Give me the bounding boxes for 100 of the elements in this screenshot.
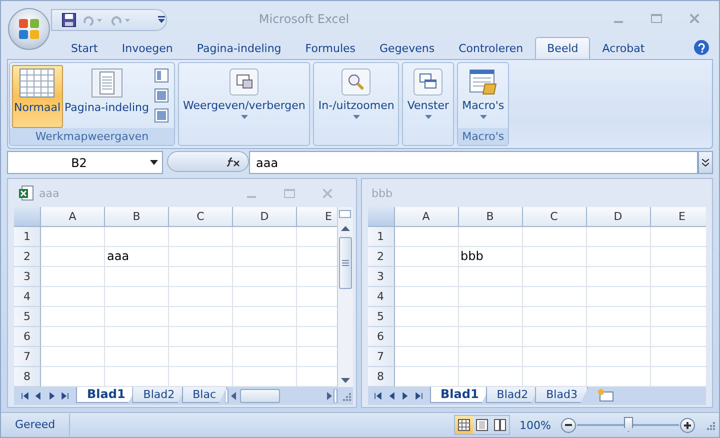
ribbon-tab[interactable]: Acrobat xyxy=(590,37,657,59)
sheet-nav-icon[interactable] xyxy=(374,392,382,400)
row-header[interactable]: 8 xyxy=(368,367,394,387)
zoom-slider-thumb[interactable] xyxy=(624,417,633,432)
formula-field[interactable]: aaa xyxy=(249,151,698,174)
sheet-tab[interactable]: Blad3 xyxy=(535,387,588,403)
row-header[interactable]: 8 xyxy=(14,367,41,387)
normal-view-button[interactable] xyxy=(454,416,473,434)
ribbon-button[interactable]: Venster xyxy=(405,65,452,147)
ribbon-tab[interactable]: Formules xyxy=(293,37,368,59)
ribbon-tab[interactable]: Beeld xyxy=(535,37,590,59)
expand-formula-button[interactable] xyxy=(698,151,713,174)
column-header[interactable]: C xyxy=(169,207,233,227)
ribbon-button[interactable]: In-/uitzoomen xyxy=(316,65,396,147)
ribbon-button[interactable]: Weergeven/verbergen xyxy=(181,65,308,147)
row-header[interactable]: 2 xyxy=(368,247,394,267)
row-header[interactable]: 1 xyxy=(368,227,394,247)
function-icon xyxy=(226,156,242,166)
grip-lines-icon xyxy=(342,260,348,266)
row-header[interactable]: 7 xyxy=(368,347,394,367)
group-label: Macro's xyxy=(458,128,508,145)
row-header[interactable]: 7 xyxy=(14,347,41,367)
column-header[interactable]: D xyxy=(233,207,297,227)
table-cell xyxy=(522,347,586,367)
table-cell xyxy=(522,267,586,287)
dropdown-caret-icon[interactable] xyxy=(150,160,158,165)
windows-icon xyxy=(413,68,444,96)
zoom-out-button[interactable] xyxy=(561,418,576,432)
scrollbar-thumb[interactable] xyxy=(338,237,352,289)
office-button[interactable] xyxy=(8,8,50,50)
view-option-icon[interactable] xyxy=(154,108,169,123)
table-cell xyxy=(586,307,650,327)
ribbon-tab[interactable]: Controleren xyxy=(446,37,536,59)
column-header[interactable]: B xyxy=(105,207,169,227)
sheet-nav-icon[interactable] xyxy=(20,392,29,400)
row-header[interactable]: 3 xyxy=(14,267,41,287)
table-cell xyxy=(522,327,586,347)
ribbon-tab[interactable]: Invoegen xyxy=(110,37,185,59)
table-cell xyxy=(169,287,233,307)
name-box[interactable]: B2 xyxy=(7,151,163,174)
row-header[interactable]: 4 xyxy=(14,287,41,307)
table-cell xyxy=(458,267,522,287)
row-header[interactable]: 3 xyxy=(368,267,394,287)
help-button[interactable] xyxy=(694,40,709,55)
sheet-tab[interactable]: Blac xyxy=(182,387,228,403)
column-header[interactable]: A xyxy=(394,207,458,227)
ribbon-tab[interactable]: Gegevens xyxy=(368,37,447,59)
table-cell xyxy=(458,227,522,247)
ribbon-button[interactable]: Pagina-indeling xyxy=(62,65,151,128)
row-header[interactable]: 2 xyxy=(14,247,41,267)
table-cell xyxy=(169,307,233,327)
zoom-level[interactable]: 100% xyxy=(510,418,561,432)
row-header[interactable]: 5 xyxy=(368,307,394,327)
resize-grip-icon[interactable] xyxy=(705,420,715,430)
scroll-left-icon[interactable] xyxy=(225,389,238,403)
table-cell: aaa xyxy=(105,247,169,267)
column-header[interactable]: C xyxy=(522,207,586,227)
save-icon[interactable] xyxy=(62,13,76,27)
scroll-right-icon[interactable] xyxy=(326,389,338,403)
table-cell xyxy=(394,227,458,247)
table-cell xyxy=(105,327,169,347)
office-logo-icon xyxy=(17,17,41,41)
table-cell xyxy=(41,247,105,267)
ribbon-tab[interactable]: Pagina-indeling xyxy=(184,37,294,59)
table-cell xyxy=(586,327,650,347)
column-header[interactable]: A xyxy=(41,207,105,227)
status-text: Gereed xyxy=(1,414,70,436)
split-handle-icon[interactable] xyxy=(338,207,352,221)
table-cell xyxy=(458,347,522,367)
table-cell xyxy=(233,247,297,267)
table-cell: bbb xyxy=(458,247,522,267)
column-header[interactable]: E xyxy=(297,207,336,227)
table-cell xyxy=(233,267,297,287)
resize-grip-icon[interactable] xyxy=(340,391,350,401)
page-icon xyxy=(476,419,488,431)
view-option-icon[interactable] xyxy=(154,68,169,83)
column-header[interactable]: B xyxy=(458,207,522,227)
customize-caret-icon[interactable] xyxy=(158,16,165,23)
column-header[interactable]: D xyxy=(586,207,650,227)
new-sheet-icon[interactable] xyxy=(596,388,614,402)
ribbon-tab[interactable]: Start xyxy=(59,37,110,59)
table-cell xyxy=(394,287,458,307)
table-cell xyxy=(105,347,169,367)
view-option-icon[interactable] xyxy=(154,88,169,103)
zoom-in-button[interactable] xyxy=(680,418,695,432)
row-header[interactable]: 6 xyxy=(14,327,41,347)
table-cell xyxy=(41,287,105,307)
row-header[interactable]: 1 xyxy=(14,227,41,247)
scrollbar-thumb[interactable] xyxy=(240,389,280,403)
table-cell xyxy=(394,307,458,327)
column-header[interactable]: E xyxy=(650,207,706,227)
insert-function-button[interactable] xyxy=(167,151,249,172)
workbook-title: aaa xyxy=(39,186,60,200)
sheet-nav-icon[interactable] xyxy=(414,392,423,400)
row-header[interactable]: 6 xyxy=(368,327,394,347)
sheet-nav-icon[interactable] xyxy=(61,392,70,400)
row-header[interactable]: 4 xyxy=(368,287,394,307)
ribbon-button[interactable]: Normaal xyxy=(12,65,63,128)
ribbon-button[interactable]: Macro's xyxy=(460,65,506,128)
row-header[interactable]: 5 xyxy=(14,307,41,327)
